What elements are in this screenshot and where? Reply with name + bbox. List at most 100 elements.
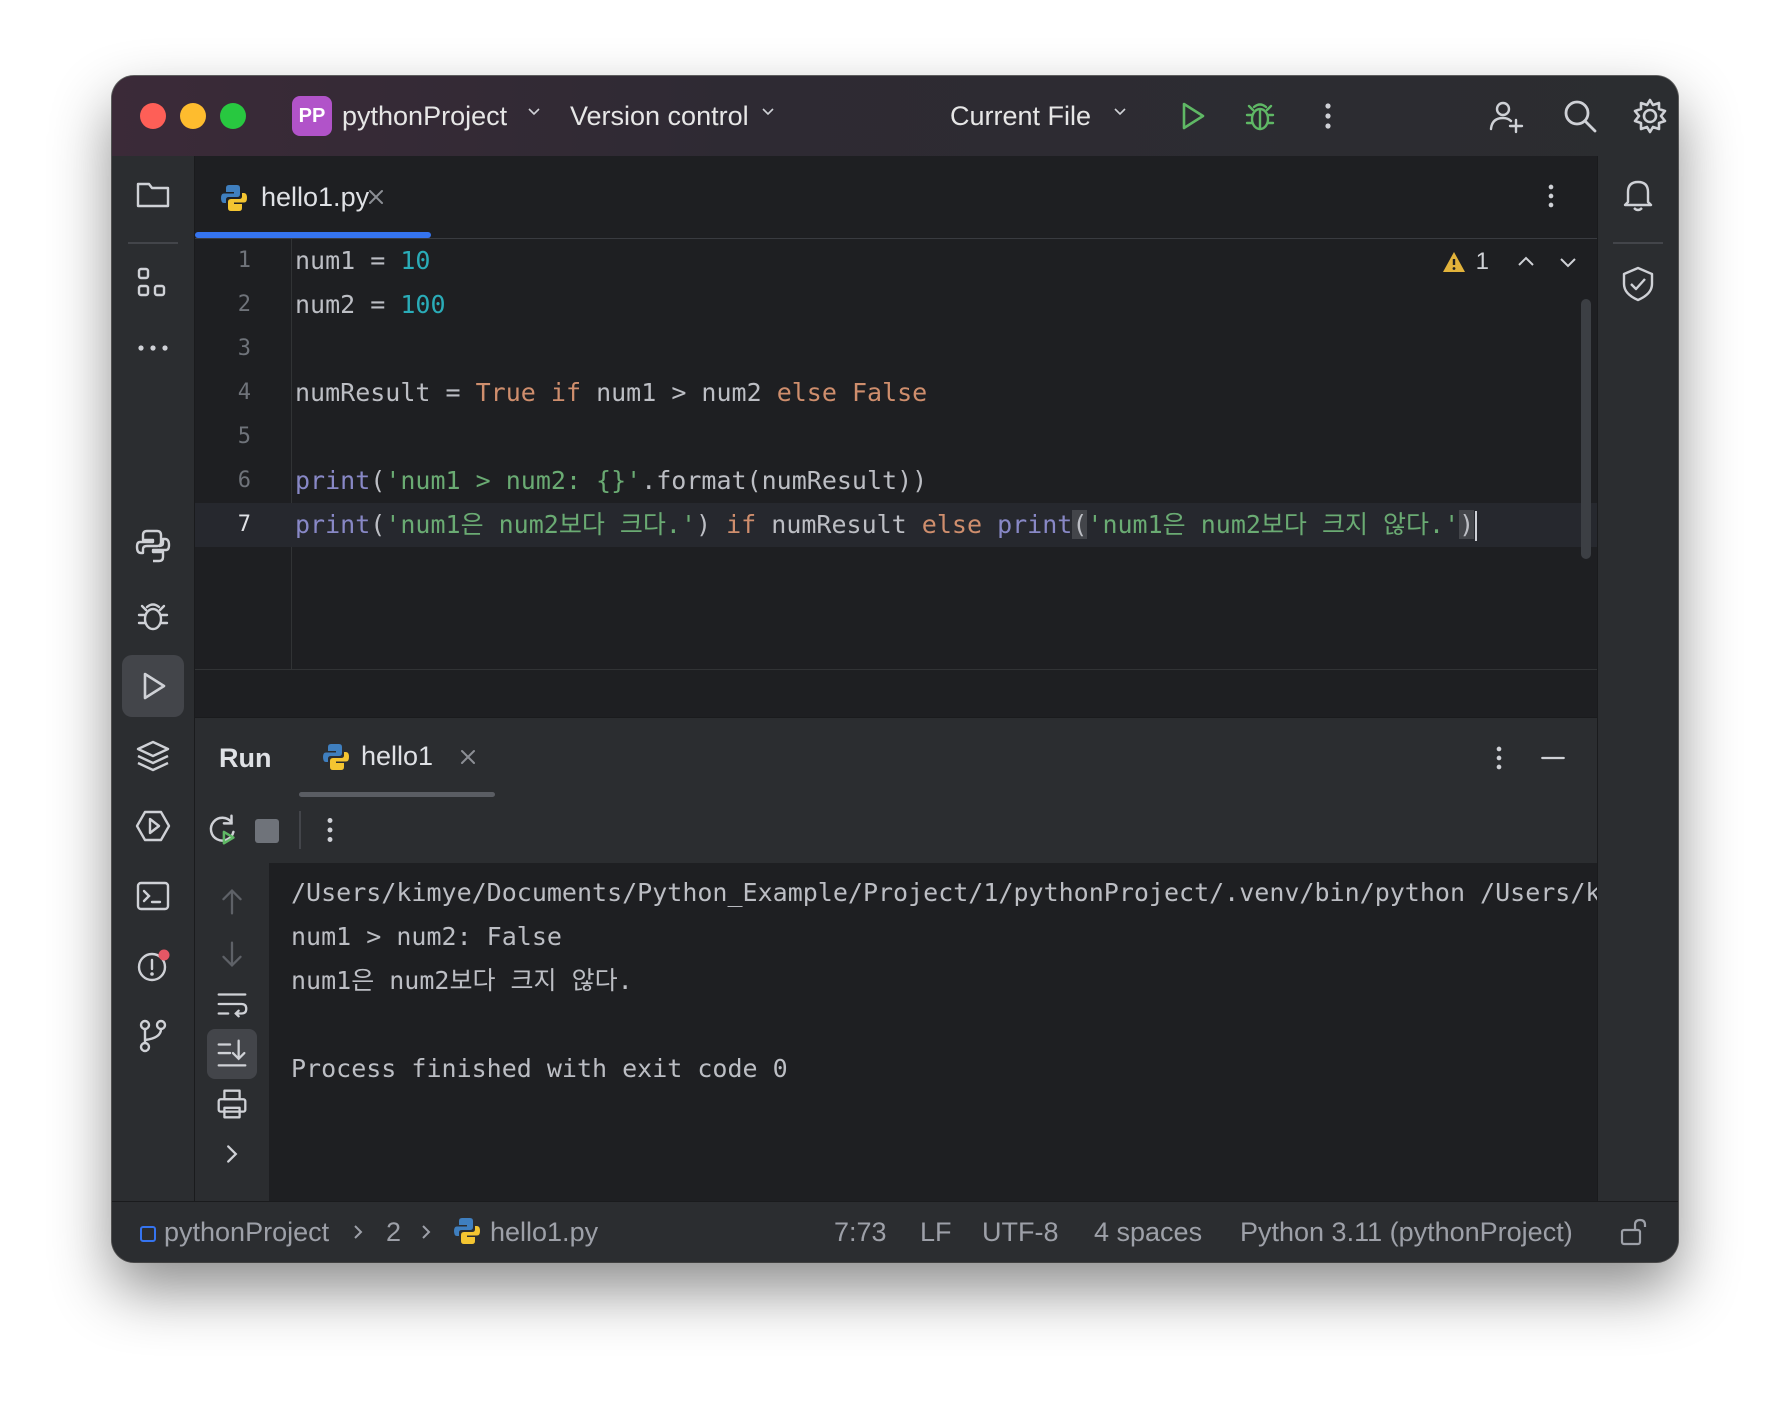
version-control-dropdown[interactable]: Version control [570,98,749,134]
problems-icon[interactable] [133,946,173,986]
code-line: 2 num2 = 100 [195,283,1597,327]
scroll-down-icon[interactable] [213,935,251,973]
caret-position[interactable]: 7:73 [834,1214,887,1250]
python-file-icon [323,744,349,770]
breadcrumb-file[interactable]: hello1.py [490,1214,598,1250]
python-file-icon [221,185,247,211]
indent-setting[interactable]: 4 spaces [1094,1214,1202,1250]
console-line: num1 > num2: False [291,922,562,951]
rerun-icon[interactable] [203,811,241,849]
ide-window: PP pythonProject Version control Current… [112,76,1678,1262]
code-line: 3 [195,327,1597,371]
run-toolbar [195,797,1597,864]
console-line: /Users/kimye/Documents/Python_Example/Pr… [291,878,1597,907]
git-branch-icon[interactable] [133,1016,173,1056]
line-number: 7 [237,512,251,537]
console-side-toolbar [195,863,269,1202]
line-separator[interactable]: LF [920,1214,952,1250]
minimize-window-button[interactable] [180,103,206,129]
services-icon[interactable] [133,806,173,846]
toolbar-divider [128,242,178,244]
chevron-down-icon [528,108,540,116]
more-actions-icon[interactable] [311,811,349,849]
chevron-down-icon [1114,108,1126,116]
line-number: 5 [237,424,251,449]
python-interpreter[interactable]: Python 3.11 (pythonProject) [1240,1214,1573,1250]
close-tab-icon[interactable] [459,748,477,766]
toolbar-divider [299,811,301,849]
chevron-right-icon [354,1225,363,1239]
console-line: Process finished with exit code 0 [291,1054,788,1083]
settings-gear-icon[interactable] [1630,96,1670,136]
more-tools-icon[interactable] [133,328,173,368]
python-packages-icon[interactable] [133,736,173,776]
previous-highlight-icon[interactable] [1515,251,1537,273]
breadcrumb-project[interactable]: pythonProject [164,1214,329,1250]
chevron-right-icon[interactable] [213,1135,251,1173]
run-tab-hello1[interactable]: hello1 [299,718,495,798]
chevron-down-icon [762,108,774,116]
scroll-up-icon[interactable] [213,883,251,921]
editor-tab-bar: hello1.py [195,156,1597,239]
close-window-button[interactable] [140,103,166,129]
run-icon[interactable] [1172,96,1212,136]
run-panel-options-icon[interactable] [1481,740,1517,776]
editor-scrollbar[interactable] [1581,299,1591,559]
line-number: 4 [237,380,251,405]
debug-icon[interactable] [1240,96,1280,136]
run-panel-title: Run [219,743,272,773]
line-number: 3 [237,336,251,361]
scroll-to-end-icon[interactable] [213,1035,251,1073]
python-console-icon[interactable] [133,526,173,566]
title-bar: PP pythonProject Version control Current… [112,76,1678,157]
code-line: 6 print('num1 > num2: {}'.format(numResu… [195,459,1597,503]
breadcrumb-folder[interactable]: 2 [386,1214,401,1250]
current-code-line: 7 print('num1은 num2보다 크다.') if numResult… [195,503,1597,547]
stop-button[interactable] [255,819,279,843]
terminal-icon[interactable] [133,876,173,916]
status-bar: pythonProject 2 hello1.py 7:73 LF UTF-8 … [112,1201,1678,1262]
project-badge[interactable]: PP [292,96,332,136]
project-name-dropdown[interactable]: pythonProject [342,98,507,134]
file-encoding[interactable]: UTF-8 [982,1214,1059,1250]
editor-bottom-gap [195,669,1597,718]
warning-count: 1 [1475,248,1489,275]
console-line: num1은 num2보다 크지 않다. [291,966,633,995]
code-line: 1 num1 = 10 [195,239,1597,283]
next-highlight-icon[interactable] [1557,251,1579,273]
run-console-output[interactable]: /Users/kimye/Documents/Python_Example/Pr… [269,863,1597,1202]
debug-tool-icon[interactable] [133,596,173,636]
run-configuration-dropdown[interactable]: Current File [950,98,1091,134]
warning-icon[interactable] [1441,249,1467,275]
add-user-icon[interactable] [1486,96,1526,136]
editor-tab-label: hello1.py [261,182,370,212]
toolbar-divider [1613,242,1663,244]
hide-panel-icon[interactable] [1535,740,1571,776]
line-number: 6 [237,468,251,493]
unlocked-lock-icon[interactable] [1618,1216,1650,1248]
editor-tab-hello1[interactable]: hello1.py [195,156,431,238]
security-shield-icon[interactable] [1618,264,1658,304]
notifications-bell-icon[interactable] [1618,174,1658,214]
structure-icon[interactable] [133,264,173,304]
right-tool-window-bar [1597,156,1678,1202]
python-file-icon [454,1218,480,1244]
run-tool-icon[interactable] [133,666,173,706]
more-actions-icon[interactable] [1308,96,1348,136]
close-tab-icon[interactable] [367,188,385,206]
tab-options-icon[interactable] [1533,178,1569,214]
soft-wrap-icon[interactable] [213,985,251,1023]
line-number: 1 [237,248,251,273]
line-number: 2 [237,292,251,317]
zoom-window-button[interactable] [220,103,246,129]
code-editor[interactable]: 1 num1 = 10 2 num2 = 100 3 4 numResult =… [195,239,1597,669]
active-tab-indicator [195,232,431,238]
code-line: 5 [195,415,1597,459]
search-icon[interactable] [1560,96,1600,136]
chevron-right-icon [422,1225,431,1239]
print-icon[interactable] [213,1085,251,1123]
project-folder-icon[interactable] [133,174,173,214]
text-caret [1475,511,1478,541]
left-tool-window-bar [112,156,195,1202]
project-module-icon [140,1226,156,1242]
